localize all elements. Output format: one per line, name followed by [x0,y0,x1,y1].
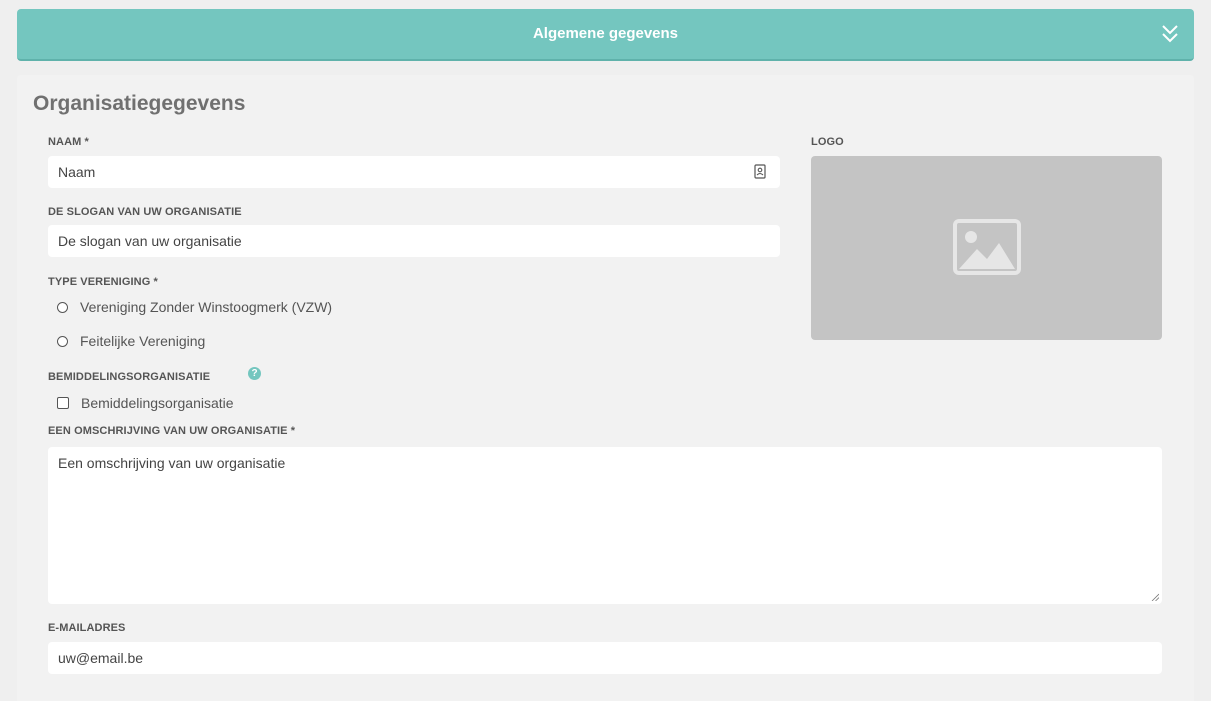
radio-option-vzw[interactable]: Vereniging Zonder Winstoogmerk (VZW) [57,297,332,317]
radio-label-vzw: Vereniging Zonder Winstoogmerk (VZW) [80,299,333,315]
logo-upload-area[interactable] [811,156,1162,340]
naam-input[interactable]: Naam [48,156,780,188]
naam-placeholder: Naam [58,164,96,180]
omschrijving-textarea[interactable]: Een omschrijving van uw organisatie [48,447,1162,604]
question-mark-icon[interactable]: ? [248,367,261,380]
slogan-label: DE SLOGAN VAN UW ORGANISATIE [48,206,242,218]
image-placeholder-icon [953,219,1021,275]
double-chevron-down-icon[interactable] [1160,23,1180,45]
contact-card-icon [754,164,766,179]
resize-grip-icon[interactable] [1151,593,1159,601]
naam-label: NAAM * [48,136,89,148]
email-placeholder: uw@email.be [58,650,144,666]
radio-button-feitelijke-vereniging[interactable] [57,335,68,347]
section-title: Organisatiegegevens [33,92,246,115]
omschrijving-label: EEN OMSCHRIJVING VAN UW ORGANISATIE * [48,425,296,437]
bemiddeling-checkbox-row[interactable]: Bemiddelingsorganisatie [57,393,234,413]
organisatiegegevens-panel: Organisatiegegevens NAAM * Naam DE SLOGA… [17,75,1194,701]
accordion-title: Algemene gegevens [532,25,679,42]
accordion-header-algemene-gegevens[interactable]: Algemene gegevens [17,9,1194,61]
radio-button-vzw[interactable] [57,301,68,313]
radio-option-feitelijke-vereniging[interactable]: Feitelijke Vereniging [57,331,205,351]
slogan-input[interactable]: De slogan van uw organisatie [48,225,780,257]
bemiddeling-label: BEMIDDELINGSORGANISATIE [48,371,211,383]
bemiddeling-checkbox[interactable] [57,397,69,409]
type-vereniging-label: TYPE VERENIGING * [48,276,158,288]
slogan-placeholder: De slogan van uw organisatie [58,233,242,249]
radio-label-feitelijke-vereniging: Feitelijke Vereniging [80,333,206,349]
bemiddeling-checkbox-label: Bemiddelingsorganisatie [81,395,234,411]
email-input[interactable]: uw@email.be [48,642,1162,674]
logo-label: LOGO [811,136,844,148]
omschrijving-placeholder: Een omschrijving van uw organisatie [58,455,286,471]
email-label: E-MAILADRES [48,622,126,634]
